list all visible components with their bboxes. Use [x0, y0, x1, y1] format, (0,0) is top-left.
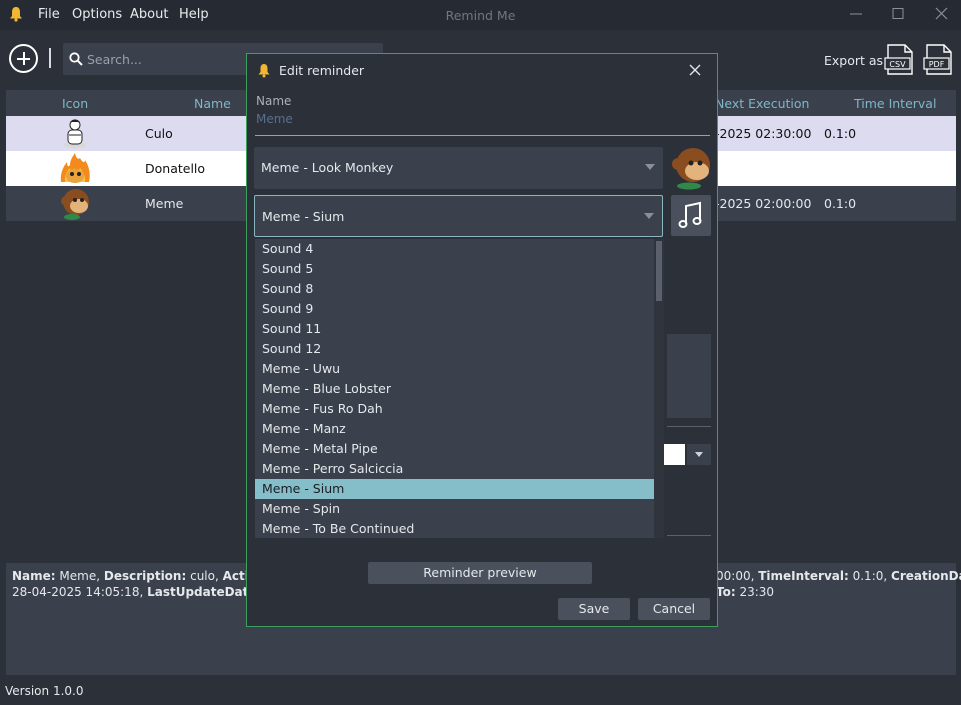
column-icon[interactable]: Icon — [62, 96, 88, 111]
row-name: Donatello — [145, 161, 206, 176]
export-label: Export as: — [824, 53, 888, 68]
name-underline — [255, 135, 710, 136]
bell-icon — [258, 64, 270, 78]
image-combobox-value: Meme - Look Monkey — [261, 160, 394, 175]
reminder-preview-button[interactable]: Reminder preview — [368, 562, 592, 584]
dropdown-option[interactable]: Meme - To Be Continued — [255, 519, 654, 539]
dropdown-option[interactable]: Meme - Blue Lobster — [255, 379, 654, 399]
row-next-execution: -2025 02:30:00 — [715, 126, 812, 141]
image-preview — [672, 148, 710, 190]
image-combobox[interactable]: Meme - Look Monkey — [254, 147, 663, 189]
window-title: Remind Me — [445, 8, 516, 23]
name-label: Name — [256, 94, 292, 108]
sound-dropdown-list[interactable]: Sound 4 Sound 5 Sound 8 Sound 9 Sound 11 Soun… — [254, 238, 664, 539]
sound-combobox-value: Meme - Sium — [262, 209, 345, 224]
play-sound-button[interactable] — [671, 195, 711, 236]
dropdown-option[interactable]: Meme - Fus Ro Dah — [255, 399, 654, 419]
export-pdf-label: PDF — [929, 60, 945, 69]
description-field[interactable] — [667, 334, 711, 418]
music-note-icon — [678, 201, 702, 228]
export-csv-label: CSV — [889, 60, 906, 69]
row-time-interval: 0.1:0 — [824, 126, 857, 141]
minimize-icon[interactable] — [845, 4, 867, 24]
toolbar-separator — [49, 48, 51, 68]
dropdown-option[interactable]: Meme - Manz — [255, 419, 654, 439]
maximize-icon[interactable] — [887, 4, 909, 24]
dropdown-option[interactable]: Meme - Spin — [255, 499, 654, 519]
dropdown-option[interactable]: Sound 8 — [255, 279, 654, 299]
dialog-title: Edit reminder — [279, 63, 365, 78]
export-csv-button[interactable]: CSV — [884, 44, 915, 75]
export-pdf-button[interactable]: PDF — [923, 44, 954, 75]
row-next-execution: -2025 02:00:00 — [715, 196, 812, 211]
title-bar: File Options About Help Remind Me — [0, 0, 961, 30]
column-next-execution[interactable]: Next Execution — [715, 96, 809, 111]
row-name: Meme — [145, 196, 184, 211]
dropdown-option[interactable]: Meme - Metal Pipe — [255, 439, 654, 459]
row-time-interval: 0.1:0 — [824, 196, 857, 211]
divider — [667, 535, 711, 536]
sound-combobox[interactable]: Meme - Sium — [254, 195, 663, 237]
dropdown-option[interactable]: Meme - Uwu — [255, 359, 654, 379]
time-field[interactable] — [661, 444, 685, 465]
version-label: Version 1.0.0 — [5, 684, 84, 698]
row-name: Culo — [145, 126, 173, 141]
close-icon[interactable] — [930, 4, 952, 24]
person-icon — [64, 119, 86, 148]
chevron-down-icon — [644, 213, 654, 219]
dialog-close-icon[interactable] — [688, 63, 702, 77]
dropdown-option[interactable]: Sound 5 — [255, 259, 654, 279]
divider — [667, 426, 711, 427]
name-field[interactable]: Meme — [256, 112, 293, 126]
dropdown-option[interactable]: Sound 12 — [255, 339, 654, 359]
dropdown-option[interactable]: Sound 9 — [255, 299, 654, 319]
column-time-interval[interactable]: Time Interval — [854, 96, 936, 111]
fire-icon — [60, 153, 90, 183]
time-dropdown-button[interactable] — [687, 444, 711, 465]
dropdown-scrollbar[interactable] — [654, 239, 664, 538]
dropdown-option[interactable]: Sound 11 — [255, 319, 654, 339]
cancel-button[interactable]: Cancel — [638, 598, 710, 620]
column-name[interactable]: Name — [194, 96, 231, 111]
edit-reminder-dialog: Edit reminder Name Meme Meme - Look Monk… — [246, 53, 718, 627]
dropdown-option[interactable]: Meme - Sium — [255, 479, 654, 499]
scrollbar-thumb[interactable] — [656, 241, 662, 301]
chevron-down-icon — [645, 164, 655, 170]
save-button[interactable]: Save — [558, 598, 630, 620]
search-icon — [69, 52, 83, 66]
dropdown-option[interactable]: Sound 4 — [255, 239, 654, 259]
add-reminder-button[interactable] — [9, 44, 38, 73]
dropdown-option[interactable]: Meme - Perro Salciccia — [255, 459, 654, 479]
monkey-icon — [61, 189, 89, 220]
